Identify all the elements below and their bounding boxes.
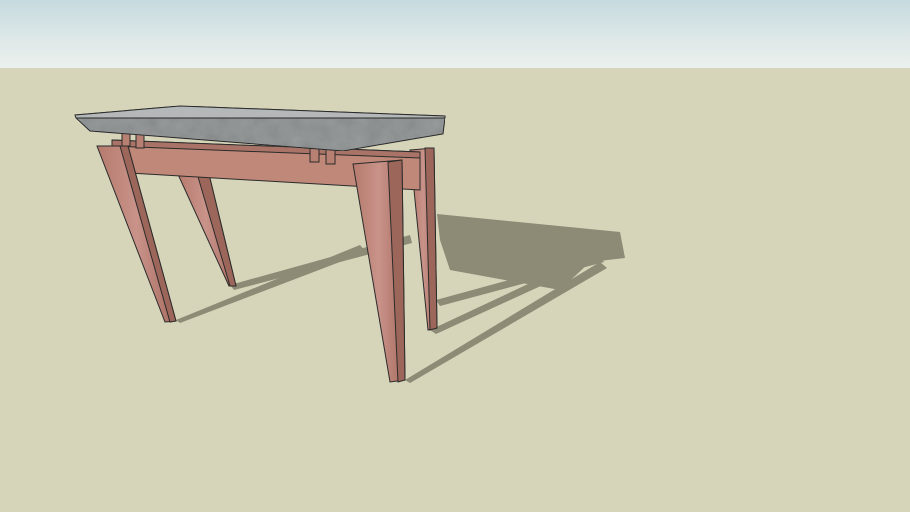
back-left-leg [175,169,237,287]
table-model[interactable] [0,0,910,512]
model-viewport[interactable] [0,0,910,512]
front-right-leg [352,159,406,383]
